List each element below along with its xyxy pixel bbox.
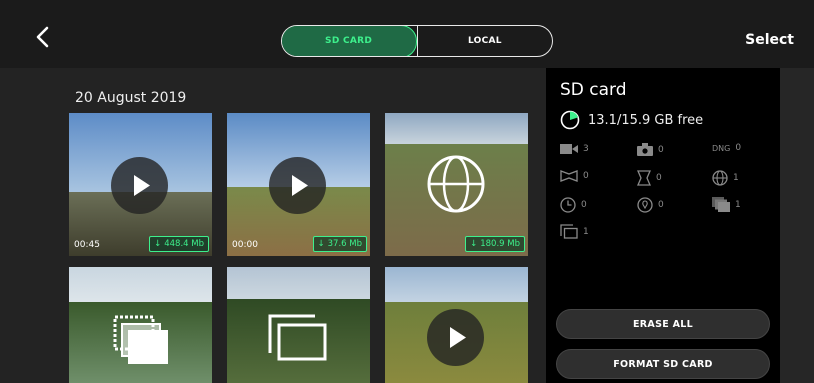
back-button[interactable] [28, 22, 58, 52]
stat-videos: 3 [560, 143, 589, 155]
download-badge[interactable]: ↓ 180.9 Mb [465, 236, 525, 252]
media-thumbnail[interactable]: 00:00 ↓ 37.6 Mb [227, 113, 370, 256]
download-badge[interactable]: ↓ 448.4 Mb [149, 236, 209, 252]
storage-pie-icon [560, 110, 580, 130]
format-sd-card-button[interactable]: FORMAT SD CARD [556, 349, 770, 379]
duration-label: 00:45 [74, 240, 100, 250]
top-bar: SD CARD LOCAL Select [0, 0, 814, 68]
storage-info: 13.1/15.9 GB free [560, 110, 703, 130]
erase-all-button[interactable]: ERASE ALL [556, 309, 770, 339]
stat-panorama-sphere: 1 [712, 170, 739, 186]
media-thumbnail[interactable] [385, 267, 528, 383]
timelapse-icon [560, 197, 576, 213]
scroll-area [780, 68, 814, 383]
gps-lapse-icon [637, 197, 653, 213]
panorama-sphere-icon [427, 155, 485, 213]
burst-icon [712, 197, 730, 212]
duration-label: 00:00 [232, 240, 258, 250]
camera-icon [637, 143, 653, 156]
date-header: 20 August 2019 [75, 90, 187, 106]
play-icon [427, 309, 484, 366]
source-toggle: SD CARD LOCAL [281, 25, 553, 57]
chevron-left-icon [36, 26, 49, 48]
panorama-sphere-icon [712, 170, 728, 186]
sd-card-panel: SD card 13.1/15.9 GB free 3 0 DNG 0 0 0 … [546, 68, 780, 383]
stat-burst: 1 [712, 197, 741, 212]
play-icon [269, 157, 326, 214]
stat-dng: DNG 0 [712, 143, 742, 153]
media-thumbnail[interactable]: 00:45 ↓ 448.4 Mb [69, 113, 212, 256]
dng-icon: DNG [712, 143, 731, 153]
stat-gps-lapse: 0 [637, 197, 664, 213]
tab-sd-card[interactable]: SD CARD [282, 26, 417, 56]
gallery-stack-icon [268, 314, 327, 361]
panel-title: SD card [560, 80, 627, 100]
panorama-vertical-icon [637, 170, 651, 186]
media-thumbnail[interactable]: ↓ 180.9 Mb [385, 113, 528, 256]
media-thumbnail[interactable] [227, 267, 370, 383]
panorama-horizontal-icon [560, 170, 578, 182]
play-icon [111, 157, 168, 214]
stat-panorama-horizontal: 0 [560, 170, 589, 182]
select-button[interactable]: Select [745, 32, 794, 48]
download-icon: ↓ [470, 239, 478, 249]
stat-bracketing: 1 [560, 224, 589, 239]
storage-text: 13.1/15.9 GB free [588, 112, 704, 128]
tab-local[interactable]: LOCAL [416, 26, 552, 56]
media-thumbnail[interactable] [69, 267, 212, 383]
stat-panorama-vertical: 0 [637, 170, 662, 186]
download-icon: ↓ [154, 239, 162, 249]
stat-photos: 0 [637, 143, 664, 156]
bracketing-icon [560, 224, 578, 239]
stat-timelapse: 0 [560, 197, 587, 213]
download-badge[interactable]: ↓ 37.6 Mb [312, 236, 367, 252]
download-icon: ↓ [317, 239, 325, 249]
video-icon [560, 144, 578, 154]
burst-icon [113, 315, 168, 364]
